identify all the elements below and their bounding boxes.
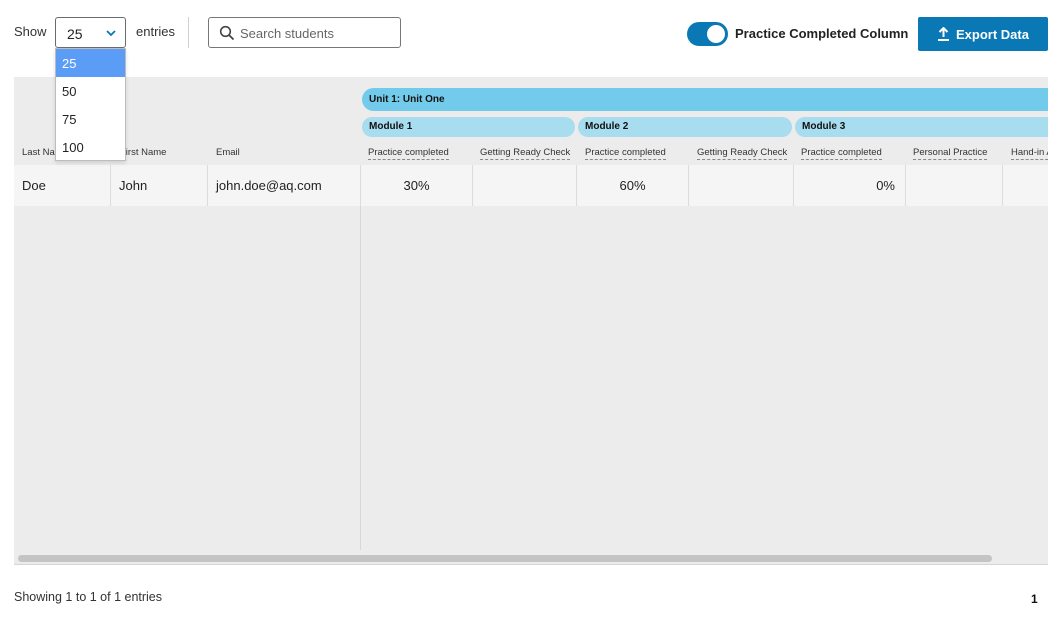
module-header-3: Module 3	[795, 117, 1048, 137]
unit-header: Unit 1: Unit One	[362, 88, 1048, 111]
header-m3-hand-in[interactable]: Hand-in A	[1011, 147, 1048, 160]
dropdown-option-50[interactable]: 50	[56, 77, 125, 105]
cell-last-name: Doe	[14, 165, 111, 206]
upload-icon	[938, 27, 950, 41]
cell-first-name: John	[111, 165, 208, 206]
pagination-page-1[interactable]: 1	[1031, 592, 1038, 606]
frozen-column-divider	[360, 206, 361, 550]
export-data-label: Export Data	[956, 26, 1029, 42]
table-bottom-border	[14, 564, 1048, 565]
search-icon	[219, 25, 235, 41]
cell-email: john.doe@aq.com	[208, 165, 361, 206]
cell-m3-practice-completed[interactable]: 0%	[794, 165, 906, 206]
dropdown-option-25[interactable]: 25	[56, 49, 125, 77]
header-first-name[interactable]: First Name	[120, 147, 166, 158]
header-m3-personal-practice[interactable]: Personal Practice	[913, 147, 988, 160]
toolbar-divider	[188, 17, 189, 48]
show-label: Show	[14, 24, 47, 39]
header-m1-practice-completed[interactable]: Practice completed	[368, 147, 449, 160]
search-box[interactable]	[208, 17, 401, 48]
header-m2-practice-completed[interactable]: Practice completed	[585, 147, 666, 160]
cell-m3-hand-in[interactable]	[1003, 165, 1048, 206]
dropdown-option-100[interactable]: 100	[56, 133, 125, 161]
table-row[interactable]: Doe John john.doe@aq.com 30% 60% 0%	[14, 165, 1048, 206]
export-data-button[interactable]: Export Data	[918, 17, 1048, 51]
cell-m3-personal-practice[interactable]	[906, 165, 1003, 206]
entries-info: Showing 1 to 1 of 1 entries	[14, 590, 163, 604]
entries-select[interactable]: 25	[55, 17, 126, 48]
dropdown-option-75[interactable]: 75	[56, 105, 125, 133]
header-m1-getting-ready-check[interactable]: Getting Ready Check	[480, 147, 571, 160]
chevron-down-icon	[106, 30, 116, 37]
toggle-label: Practice Completed Column	[735, 26, 909, 41]
toggle-knob	[707, 25, 725, 43]
cell-m2-practice-completed[interactable]: 60%	[577, 165, 689, 206]
horizontal-scrollbar[interactable]	[18, 555, 992, 562]
gradebook-table: Unit 1: Unit One Module 1 Module 2 Modul…	[14, 77, 1048, 565]
cell-m1-practice-completed[interactable]: 30%	[361, 165, 473, 206]
practice-completed-toggle[interactable]	[687, 22, 728, 46]
entries-select-value: 25	[67, 26, 83, 42]
cell-m2-getting-ready-check[interactable]	[689, 165, 794, 206]
entries-dropdown: 25 50 75 100	[55, 48, 126, 161]
cell-m1-getting-ready-check[interactable]	[473, 165, 577, 206]
header-m2-getting-ready-check[interactable]: Getting Ready Check	[697, 147, 788, 160]
entries-label: entries	[136, 24, 176, 39]
header-email[interactable]: Email	[216, 147, 240, 158]
header-m3-practice-completed[interactable]: Practice completed	[801, 147, 882, 160]
search-input[interactable]	[240, 23, 395, 43]
module-header-2: Module 2	[578, 117, 792, 137]
module-header-1: Module 1	[362, 117, 575, 137]
